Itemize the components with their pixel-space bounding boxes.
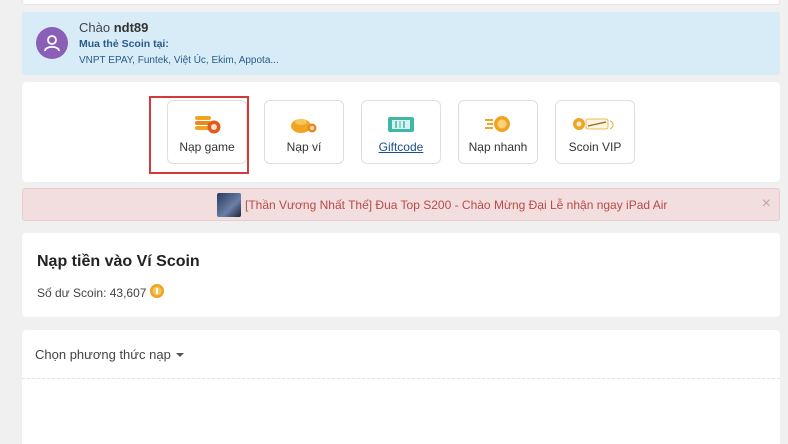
giftcode-button[interactable]: Giftcode xyxy=(361,100,441,164)
scoin-vip-button[interactable]: Scoin VIP xyxy=(555,100,635,164)
greeting-text: Chào ndt89 xyxy=(79,20,148,35)
wallet-coins-icon xyxy=(289,113,319,138)
nap-nhanh-label: Nạp nhanh xyxy=(468,140,528,154)
coin-stack-icon xyxy=(192,113,222,138)
user-icon xyxy=(44,35,60,52)
nap-vi-label: Nạp ví xyxy=(286,140,322,154)
divider xyxy=(22,378,780,379)
notice-bar: [Thần Vương Nhất Thế] Đua Top S200 - Chà… xyxy=(22,188,780,221)
notice-message[interactable]: [Thần Vương Nhất Thế] Đua Top S200 - Chà… xyxy=(245,198,667,212)
top-card-edge xyxy=(22,0,780,5)
balance-amount: 43,607 xyxy=(109,285,147,300)
balance-label: Số dư Scoin: xyxy=(37,285,107,300)
avatar xyxy=(36,27,68,59)
close-icon[interactable]: × xyxy=(762,195,771,213)
fast-coin-icon xyxy=(483,113,513,138)
balance-card: Nạp tiền vào Ví Scoin Số dư Scoin: 43,60… xyxy=(22,233,780,317)
scoin-vip-label: Scoin VIP xyxy=(568,140,622,154)
buy-card-label: Mua thẻ Scoin tại: xyxy=(79,38,169,50)
scoin-vip-icon xyxy=(572,113,618,138)
payment-method-dropdown[interactable]: Chọn phương thức nạp xyxy=(35,347,184,362)
game-thumbnail xyxy=(217,193,241,217)
greeting-prefix: Chào xyxy=(79,20,111,35)
shop-list: VNPT EPAY, Funtek, Việt Úc, Ekim, Appota… xyxy=(79,55,279,66)
payment-method-label: Chọn phương thức nạp xyxy=(35,347,171,362)
nap-game-label: Nạp game xyxy=(179,140,235,154)
caret-down-icon xyxy=(175,352,184,357)
nap-nhanh-button[interactable]: Nạp nhanh xyxy=(458,100,538,164)
payment-method-card: Chọn phương thức nạp xyxy=(22,330,780,444)
action-panel: Nạp game Nạp ví Giftcode Nạp nhanh Scoin… xyxy=(22,82,780,182)
balance-line: Số dư Scoin: 43,607 xyxy=(37,283,165,302)
giftcode-label: Giftcode xyxy=(378,140,424,154)
nap-vi-button[interactable]: Nạp ví xyxy=(264,100,344,164)
greeting-panel: Chào ndt89 Mua thẻ Scoin tại: VNPT EPAY,… xyxy=(22,12,780,75)
scoin-coin-icon xyxy=(149,283,165,302)
username: ndt89 xyxy=(113,20,149,35)
ticket-icon xyxy=(386,113,416,138)
nap-game-button[interactable]: Nạp game xyxy=(167,100,247,164)
page-title: Nạp tiền vào Ví Scoin xyxy=(37,253,200,270)
